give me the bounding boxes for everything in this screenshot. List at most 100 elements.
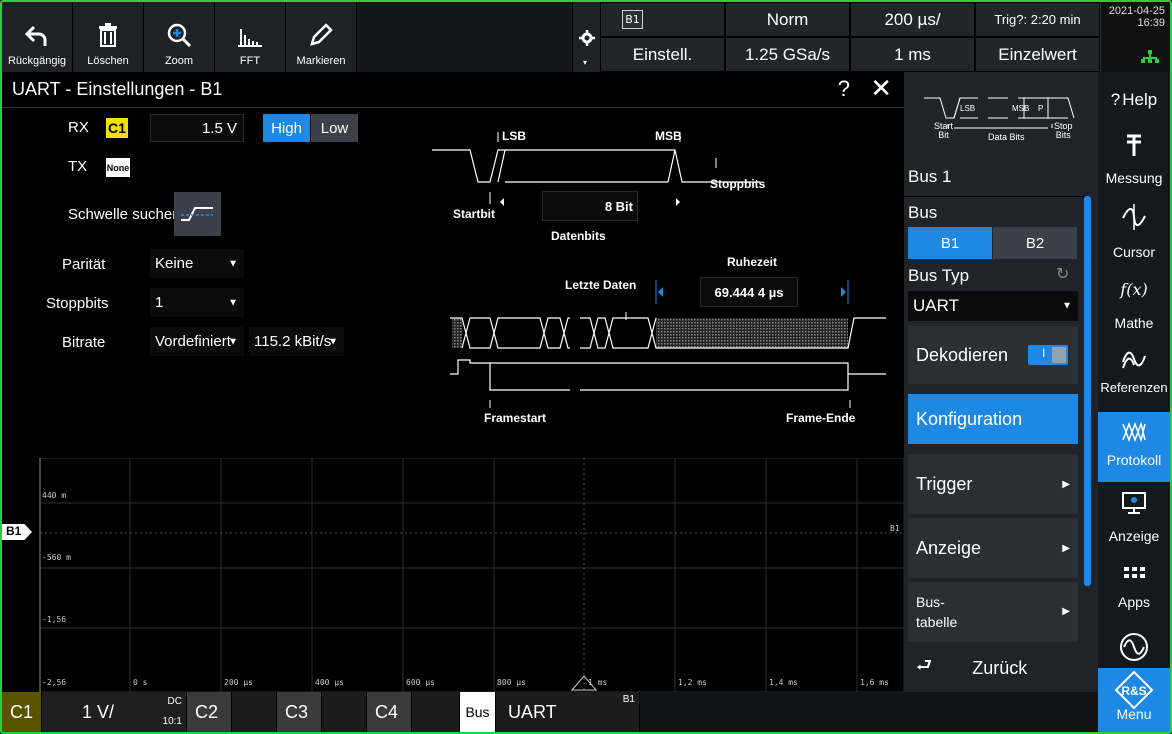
- c1-settings[interactable]: 1 V/ DC 10:1: [42, 692, 187, 732]
- channel-bar: C1 1 V/ DC 10:1 C2 C3 C4 Bus UART B1: [2, 692, 1098, 732]
- c1-tab[interactable]: C1: [2, 692, 42, 732]
- zoom-button[interactable]: Zoom: [144, 2, 215, 72]
- apps-button[interactable]: Apps: [1098, 566, 1170, 610]
- c4-label: C4: [375, 701, 399, 722]
- mini-start: Start Bit: [934, 121, 954, 140]
- c2-label: C2: [195, 701, 219, 722]
- undo-button[interactable]: Rückgängig: [2, 2, 73, 72]
- y-label-3: -2,56: [42, 678, 67, 687]
- close-button[interactable]: ✕: [870, 74, 892, 104]
- fft-button[interactable]: FFT: [215, 2, 286, 72]
- polarity-high-button[interactable]: High: [263, 114, 310, 142]
- c4-settings[interactable]: [412, 692, 460, 732]
- display-button[interactable]: Anzeige ▶: [908, 518, 1078, 578]
- question-icon: ?: [1110, 90, 1121, 109]
- fft-label: FFT: [239, 55, 261, 67]
- parity-label: Parität: [62, 256, 106, 273]
- c1-scale: 1 V/: [82, 701, 115, 722]
- record-length[interactable]: 1 ms: [850, 37, 975, 72]
- x-label-0: 0 s: [133, 678, 148, 687]
- mark-label: Markieren: [296, 55, 346, 67]
- bus-indicator[interactable]: [600, 2, 725, 37]
- polarity-low-button[interactable]: Low: [311, 114, 358, 142]
- stopbits-diagram-label: Stoppbits: [710, 177, 766, 191]
- dialog-title: UART - Einstellungen - B1: [2, 72, 904, 108]
- idle-time-field[interactable]: 69.444 4 µs: [700, 277, 798, 307]
- bus-type-label: Bus Typ: [908, 266, 970, 285]
- c1-label: C1: [9, 701, 33, 722]
- decode-label: Dekodieren: [916, 344, 1009, 365]
- math-button[interactable]: f(x) Mathe: [1098, 280, 1170, 331]
- display-label: Anzeige: [916, 537, 982, 558]
- tx-channel-badge[interactable]: None: [106, 158, 130, 177]
- databits-field[interactable]: 8 Bit: [542, 191, 638, 221]
- parity-select[interactable]: Keine ▼: [150, 249, 244, 278]
- settings-button[interactable]: Einstell.: [600, 37, 725, 72]
- menu-button[interactable]: R&S Menu: [1098, 668, 1170, 732]
- bus-table-button[interactable]: Bus- tabelle ▶: [908, 582, 1078, 642]
- rx-threshold-field[interactable]: 1.5 V: [150, 114, 244, 142]
- trigger-mode[interactable]: Norm: [725, 2, 850, 37]
- y-label-0: 440 m: [42, 491, 67, 500]
- c2-settings[interactable]: [232, 692, 277, 732]
- x-label-5: 1 ms: [588, 678, 608, 687]
- monitor-icon: [1122, 492, 1146, 514]
- c4-tab[interactable]: C4: [367, 692, 412, 732]
- bus-b2-tab[interactable]: B2: [993, 227, 1077, 259]
- cursor-button[interactable]: Cursor: [1098, 204, 1170, 260]
- measure-button[interactable]: Messung: [1098, 132, 1170, 186]
- c2-tab[interactable]: C2: [187, 692, 232, 732]
- protocol-button[interactable]: Protokoll: [1098, 412, 1170, 482]
- c3-tab[interactable]: C3: [277, 692, 322, 732]
- rs-logo-icon: R&S: [1114, 670, 1154, 710]
- sample-rate[interactable]: 1.25 GSa/s: [725, 37, 850, 72]
- waveform-circle-button[interactable]: [1098, 632, 1170, 662]
- main-sidebar: ? Help Messung Cursor f(x) Mathe Referenz…: [1098, 72, 1170, 732]
- references-button[interactable]: Referenzen: [1098, 348, 1170, 395]
- bitrate-mode-value: Vordefiniert: [155, 333, 231, 350]
- bitrate-mode-select[interactable]: Vordefiniert ▼: [150, 327, 244, 356]
- stopbits-select[interactable]: 1 ▼: [150, 288, 244, 317]
- bus-type-select[interactable]: UART ▼: [908, 291, 1078, 321]
- back-button[interactable]: ⮐ Zurück: [908, 646, 1078, 690]
- bus-table-label: Bus- tabelle: [916, 594, 958, 630]
- references-label: Referenzen: [1100, 380, 1168, 395]
- configuration-button[interactable]: Konfiguration: [908, 394, 1078, 444]
- rx-channel-badge[interactable]: C1: [106, 118, 128, 138]
- mark-button[interactable]: Markieren: [286, 2, 357, 72]
- decode-row: Dekodieren I: [908, 326, 1078, 384]
- b1-tag: B1: [622, 10, 643, 29]
- x-label-3: 600 µs: [406, 678, 435, 687]
- find-threshold-button[interactable]: [174, 192, 221, 236]
- chevron-down-icon: ▾: [583, 58, 588, 67]
- protocol-icon: [1122, 421, 1146, 443]
- databits-label: Datenbits: [551, 229, 606, 243]
- help-button[interactable]: ?: [838, 76, 850, 102]
- help-sidebar-button[interactable]: ? Help: [1098, 90, 1170, 110]
- acquisition-mode[interactable]: Einzelwert: [975, 37, 1100, 72]
- trigger-button[interactable]: Trigger ▶: [908, 454, 1078, 514]
- settings-cell[interactable]: ▾: [572, 2, 600, 72]
- pencil-icon: [310, 23, 333, 46]
- panel-scrollbar[interactable]: [1084, 196, 1091, 586]
- decode-toggle[interactable]: I: [1028, 345, 1068, 365]
- c1-probe-ratio: 10:1: [162, 716, 182, 727]
- display-sidebar-button[interactable]: Anzeige: [1098, 492, 1170, 544]
- bus-tab[interactable]: Bus: [460, 692, 496, 732]
- bus-b1-tab[interactable]: B1: [908, 227, 992, 259]
- undo-label: Rückgängig: [7, 55, 67, 67]
- math-label: Mathe: [1114, 315, 1154, 331]
- delete-button[interactable]: Löschen: [73, 2, 144, 72]
- waveform-area[interactable]: B1 B1 440 m -560 m -1,56 -2,56 0 s 200 µ…: [2, 458, 904, 692]
- timebase[interactable]: 200 µs/: [850, 2, 975, 37]
- c3-settings[interactable]: [322, 692, 367, 732]
- bitrate-value-select[interactable]: 115.2 kBit/s ▼: [249, 327, 344, 356]
- rx-label: RX: [68, 119, 89, 136]
- triangle-right-icon: ▶: [1062, 542, 1070, 554]
- idle-time-label: Ruhezeit: [727, 255, 778, 269]
- trigger-status[interactable]: Trig?: 2:20 min: [975, 2, 1100, 37]
- bus-settings[interactable]: UART B1: [496, 692, 640, 732]
- trigger-label: Trigger: [916, 473, 973, 494]
- chevron-down-icon: ▼: [328, 336, 338, 347]
- cursor-icon: [1122, 204, 1146, 230]
